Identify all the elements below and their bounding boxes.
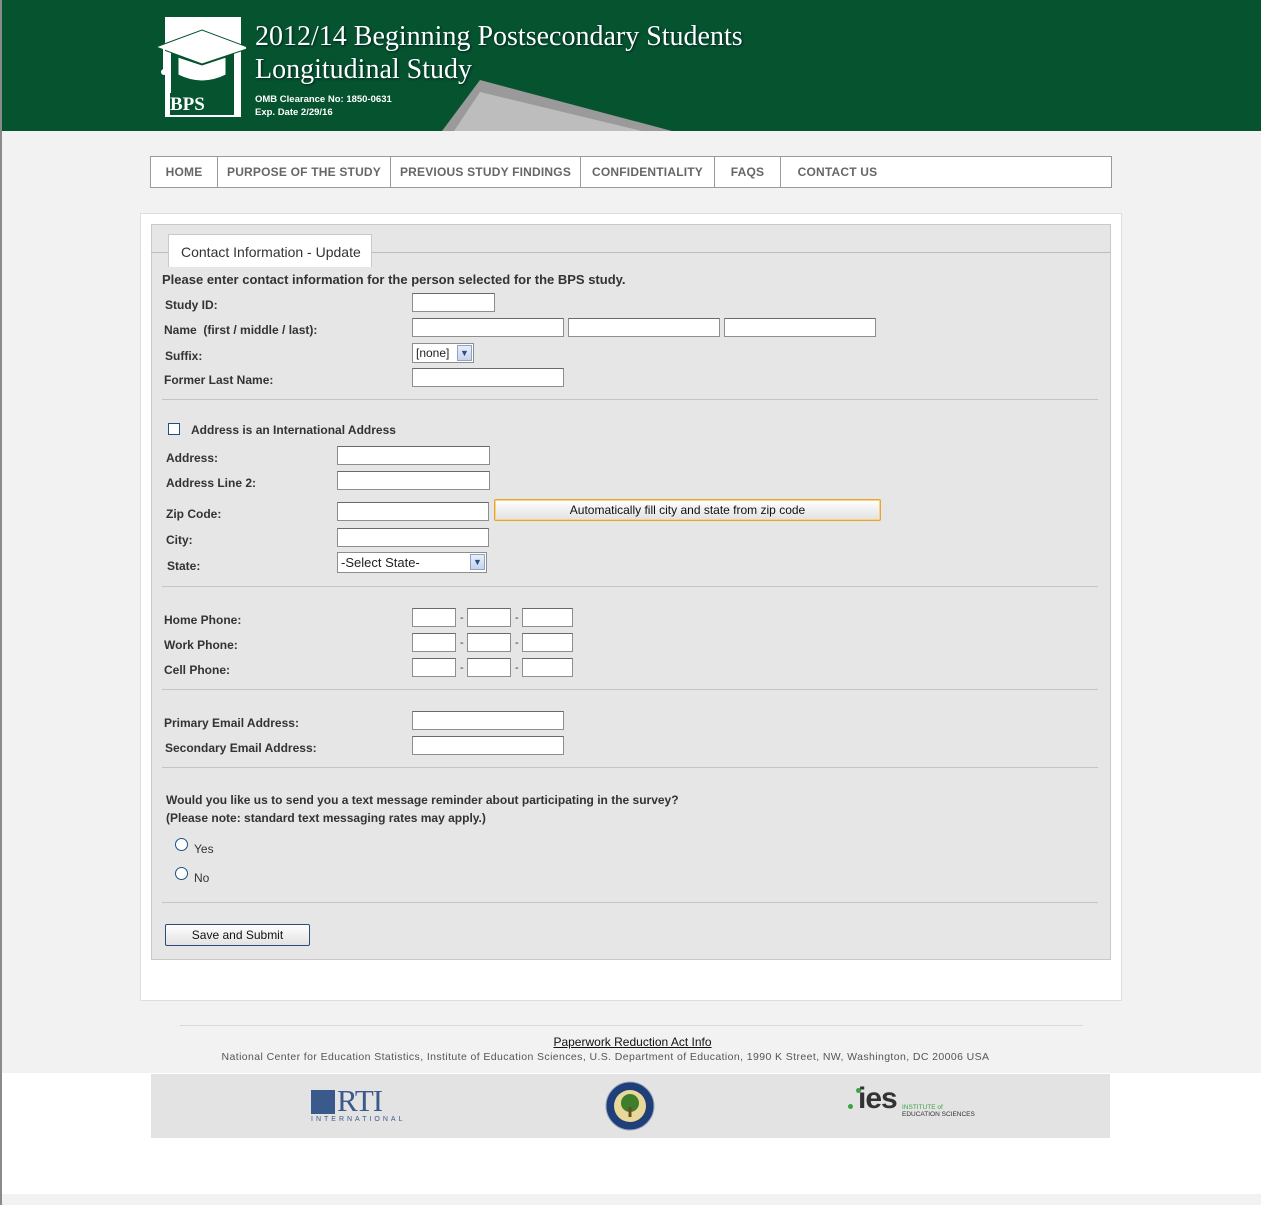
home-phone-line-input[interactable] [522,608,573,627]
city-label: City: [166,533,193,547]
international-address-label: Address is an International Address [191,423,396,437]
home-phone-area-input[interactable] [412,608,456,627]
zip-code-input[interactable] [337,502,489,521]
save-and-submit-button[interactable]: Save and Submit [165,924,310,946]
work-phone-prefix-input[interactable] [467,633,511,652]
address-label: Address: [166,451,219,465]
middle-name-input[interactable] [568,318,720,337]
work-phone-label: Work Phone: [164,638,238,652]
footer-links: Paperwork Reduction Act Info [0,1035,1261,1049]
exp-date: Exp. Date 2/29/16 [255,107,333,118]
divider [162,767,1098,768]
nav-previous-findings[interactable]: PREVIOUS STUDY FINDINGS [391,157,581,187]
rti-logo: RTI INTERNATIONAL [311,1083,403,1126]
state-selected-value: -Select State- [341,555,420,570]
rti-mark-icon [311,1090,335,1114]
ies-logo-subtext: INSTITUTE of EDUCATION SCIENCES [902,1104,975,1118]
title-line-2: Longitudinal Study [255,54,472,85]
zip-code-label: Zip Code: [166,507,222,521]
page-left-border [0,0,2,1205]
ies-sub-line-2: EDUCATION SCIENCES [902,1111,975,1118]
cell-phone-line-input[interactable] [522,658,573,677]
site-title: 2012/14 Beginning Postsecondary Students… [255,20,743,86]
phone-separator: - [515,637,519,649]
cell-phone-area-input[interactable] [412,658,456,677]
work-phone-line-input[interactable] [522,633,573,652]
phone-separator: - [460,637,464,649]
study-id-input[interactable] [412,293,495,312]
no-label: No [194,871,210,885]
department-of-education-seal [605,1081,655,1131]
ies-sub-line-1: INSTITUTE of [902,1104,943,1111]
former-last-name-input[interactable] [412,368,564,387]
primary-email-input[interactable] [412,711,564,730]
chevron-down-icon: ▼ [470,554,485,570]
title-line-1: 2012/14 Beginning Postsecondary Students [255,21,743,52]
logo-text: BPS [170,94,205,115]
address-line2-label: Address Line 2: [166,476,257,490]
rti-logo-subtext: INTERNATIONAL [311,1116,406,1123]
name-label: Name (first / middle / last): [164,323,318,337]
text-reminder-note: (Please note: standard text messaging ra… [166,811,486,825]
phone-separator: - [460,612,464,624]
cell-phone-label: Cell Phone: [164,663,231,677]
city-input[interactable] [337,528,489,547]
international-address-checkbox[interactable] [168,423,180,435]
omb-clearance: OMB Clearance No: 1850-0631 [255,94,392,105]
text-reminder-question: Would you like us to send you a text mes… [166,793,679,807]
site-header: BPS 2012/14 Beginning Postsecondary Stud… [2,0,1261,131]
home-phone-prefix-input[interactable] [467,608,511,627]
phone-separator: - [460,662,464,674]
text-reminder-yes-radio[interactable] [175,838,188,851]
ies-dot-icon [848,1104,853,1109]
form-fieldset [151,252,1110,960]
work-phone-area-input[interactable] [412,633,456,652]
footer-divider [180,1025,1083,1026]
divider [162,586,1098,587]
autofill-city-state-button[interactable]: Automatically fill city and state from z… [494,499,881,521]
chevron-down-icon: ▼ [457,345,472,361]
home-phone-label: Home Phone: [164,613,242,627]
first-name-input[interactable] [412,318,564,337]
suffix-label: Suffix: [165,349,203,363]
secondary-email-label: Secondary Email Address: [165,741,317,755]
divider [162,399,1098,400]
form-intro: Please enter contact information for the… [162,272,626,287]
yes-label: Yes [194,842,214,856]
nav-contact-us[interactable]: CONTACT US [781,157,894,187]
primary-email-label: Primary Email Address: [164,716,299,730]
phone-separator: - [515,662,519,674]
nav-faqs[interactable]: FAQS [715,157,781,187]
rti-logo-text: RTI [337,1083,383,1118]
last-name-input[interactable] [724,318,876,337]
form-tab-title: Contact Information - Update [168,234,372,267]
omb-info: OMB Clearance No: 1850-0631 Exp. Date 2/… [255,93,392,119]
paperwork-reduction-link[interactable]: Paperwork Reduction Act Info [553,1035,711,1049]
text-reminder-no-radio[interactable] [175,867,188,880]
footer-address: National Center for Education Statistics… [221,1051,990,1063]
divider [162,689,1098,690]
state-label: State: [167,559,201,573]
address-input[interactable] [337,446,490,465]
cell-phone-prefix-input[interactable] [467,658,511,677]
former-last-name-label: Former Last Name: [164,373,274,387]
state-select[interactable]: -Select State- ▼ [337,552,487,573]
nav-purpose[interactable]: PURPOSE OF THE STUDY [218,157,391,187]
main-nav: HOME PURPOSE OF THE STUDY PREVIOUS STUDY… [150,156,1112,188]
ies-logo: ies INSTITUTE of EDUCATION SCIENCES [848,1082,988,1128]
nav-home[interactable]: HOME [151,157,218,187]
divider [162,902,1098,903]
study-id-label: Study ID: [165,298,218,312]
secondary-email-input[interactable] [412,736,564,755]
nav-confidentiality[interactable]: CONFIDENTIALITY [581,157,715,187]
suffix-selected-value: [none] [416,346,450,360]
address-line2-input[interactable] [337,471,490,490]
suffix-select[interactable]: [none] ▼ [412,343,474,363]
partner-logos: RTI INTERNATIONAL ies INSTITUTE of EDUCA… [151,1074,1110,1138]
phone-separator: - [515,612,519,624]
ies-logo-text: ies [858,1082,898,1115]
